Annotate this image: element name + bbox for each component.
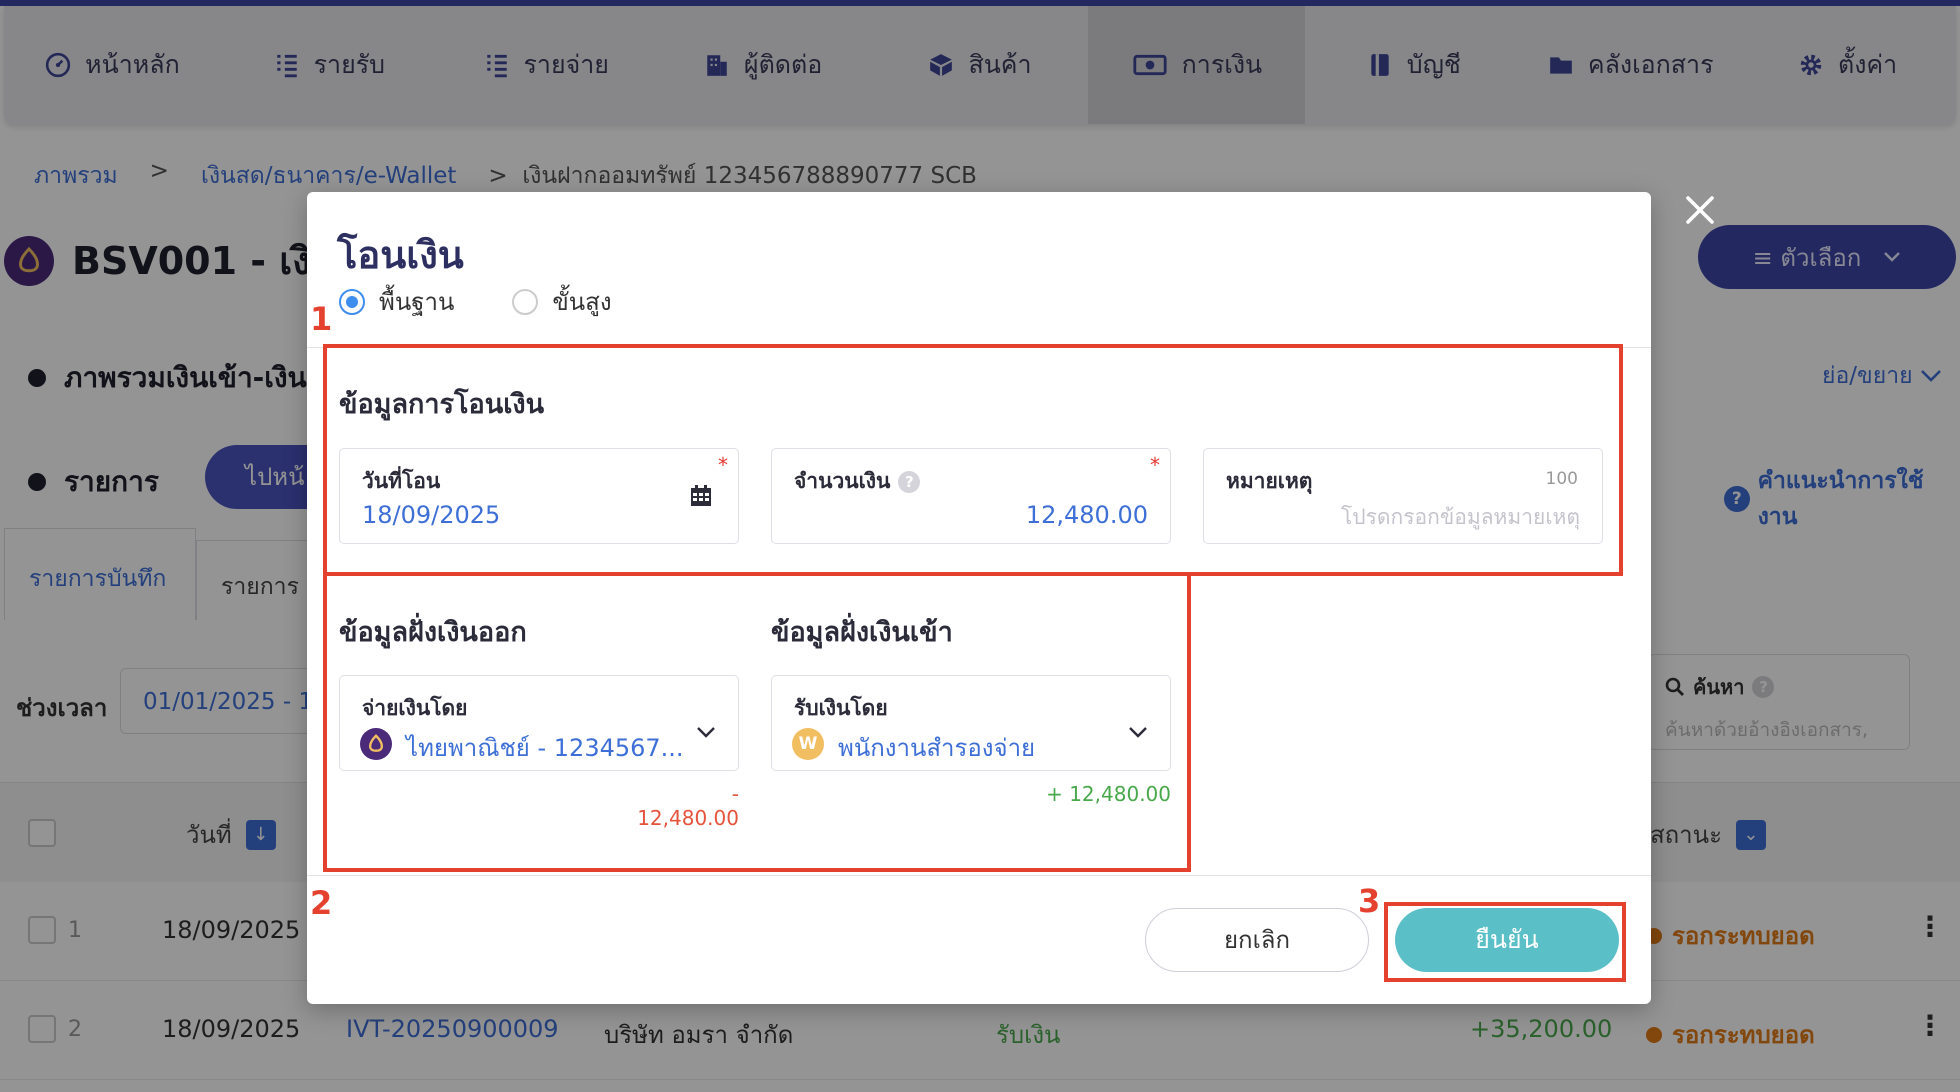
modal-title: โอนเงิน	[337, 233, 464, 277]
annotation-number: 3	[1358, 882, 1381, 920]
mode-radio-group: พื้นฐาน ขั้นสูง	[339, 282, 612, 321]
annotation-box-confirm	[1384, 902, 1626, 982]
close-icon[interactable]	[1678, 188, 1722, 232]
annotation-number: 1	[310, 300, 333, 338]
radio-selected-icon	[339, 288, 365, 315]
mode-advanced-label: ขั้นสูง	[552, 288, 612, 316]
mode-advanced-radio[interactable]: ขั้นสูง	[512, 282, 612, 321]
cancel-button[interactable]: ยกเลิก	[1145, 908, 1369, 972]
mode-basic-radio[interactable]: พื้นฐาน	[339, 282, 454, 321]
divider	[307, 875, 1651, 876]
annotation-number: 2	[310, 884, 333, 922]
annotation-box-sides-info	[323, 572, 1191, 872]
radio-unselected-icon	[512, 288, 539, 315]
mode-basic-label: พื้นฐาน	[379, 288, 455, 316]
annotation-box-transfer-info	[323, 344, 1623, 576]
